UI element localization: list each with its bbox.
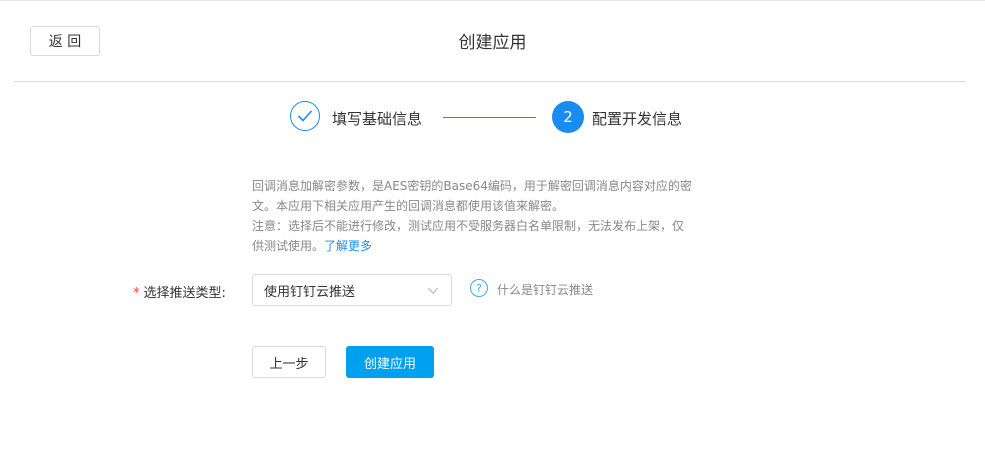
header-divider [14, 81, 966, 82]
step1-check-icon [290, 101, 320, 131]
notice-text-body: 注意：选择后不能进行修改，测试应用不受服务器白名单限制，无法发布上架，仅供测试使… [252, 219, 685, 253]
push-type-label: * 选择推送类型: [133, 282, 226, 301]
description-block: 回调消息加解密参数，是AES密钥的Base64编码，用于解密回调消息内容对应的密… [252, 176, 692, 256]
step-connector [443, 117, 536, 118]
check-icon [297, 110, 313, 122]
learn-more-link[interactable]: 了解更多 [324, 239, 372, 253]
required-mark: * [133, 286, 140, 301]
chevron-down-icon [427, 287, 439, 294]
push-type-label-text: 选择推送类型: [143, 286, 226, 301]
help-link-text[interactable]: 什么是钉钉云推送 [497, 281, 593, 298]
description-text: 回调消息加解密参数，是AES密钥的Base64编码，用于解密回调消息内容对应的密… [252, 179, 692, 213]
page-title: 创建应用 [458, 33, 527, 53]
notice-text: 注意：选择后不能进行修改，测试应用不受服务器白名单限制，无法发布上架，仅供测试使… [252, 216, 692, 256]
question-circle-icon[interactable]: ? [470, 279, 488, 297]
step2-number-badge: 2 [552, 101, 584, 133]
create-app-button[interactable]: 创建应用 [346, 346, 434, 378]
top-border [0, 0, 985, 1]
step2-label: 配置开发信息 [592, 110, 683, 128]
push-type-selected-value: 使用钉钉云推送 [264, 284, 356, 300]
previous-step-button[interactable]: 上一步 [252, 346, 326, 378]
step1-label: 填写基础信息 [332, 110, 423, 128]
push-type-select[interactable]: 使用钉钉云推送 [252, 274, 452, 306]
